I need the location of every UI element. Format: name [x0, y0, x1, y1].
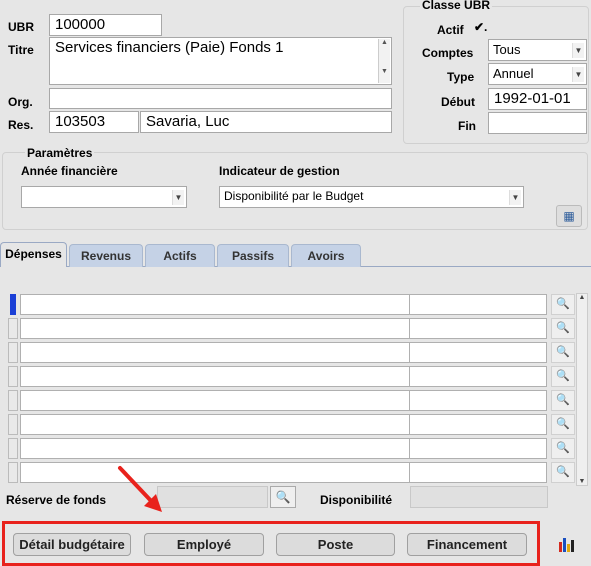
grid-cell-2[interactable] — [409, 294, 547, 315]
comptes-select[interactable]: Tous ▼ — [488, 39, 587, 61]
search-icon[interactable]: 🔍 — [551, 294, 575, 315]
indicateur-value: Disponibilité par le Budget — [224, 189, 364, 203]
scroll-up-icon[interactable]: ▲ — [379, 39, 390, 46]
grid-cell-2[interactable] — [409, 342, 547, 363]
financement-button[interactable]: Financement — [407, 533, 527, 556]
res-label: Res. — [8, 118, 34, 132]
grid-cell-1[interactable] — [20, 366, 413, 387]
grid-cell-2[interactable] — [409, 366, 547, 387]
ubr-field[interactable]: 100000 — [49, 14, 162, 36]
detail-budgetaire-button[interactable]: Détail budgétaire — [13, 533, 131, 556]
comptes-label: Comptes — [422, 46, 474, 60]
parametres-title: Paramètres — [25, 146, 95, 160]
search-icon: 🔍 — [551, 462, 575, 483]
org-label: Org. — [8, 95, 33, 109]
grid-scrollbar[interactable]: ▲ ▼ — [576, 293, 588, 486]
search-icon: 🔍 — [551, 318, 575, 339]
tab-avoirs[interactable]: Avoirs — [291, 244, 361, 267]
row-indicator[interactable] — [8, 342, 18, 363]
row-indicator[interactable] — [8, 390, 18, 411]
row-indicator[interactable] — [8, 462, 18, 483]
search-icon: 🔍 — [551, 414, 575, 435]
poste-button[interactable]: Poste — [276, 533, 395, 556]
res-code-field[interactable]: 103503 — [49, 111, 139, 133]
grid-cell-1[interactable] — [20, 318, 413, 339]
titre-scrollbar[interactable]: ▲ ▼ — [378, 39, 390, 83]
arrow-annotation-icon — [118, 466, 162, 512]
debut-label: Début — [441, 95, 475, 109]
chevron-down-icon[interactable]: ▼ — [572, 67, 584, 82]
chart-icon[interactable] — [558, 536, 576, 552]
row-indicator[interactable] — [8, 366, 18, 387]
chevron-down-icon[interactable]: ▼ — [509, 190, 521, 205]
chevron-down-icon[interactable]: ▼ — [572, 43, 584, 58]
grid-cell-1[interactable] — [20, 294, 413, 315]
disponibilite-label: Disponibilité — [320, 493, 392, 507]
type-select[interactable]: Annuel ▼ — [488, 63, 587, 85]
scroll-up-icon[interactable]: ▲ — [577, 294, 587, 301]
grid-cell-1[interactable] — [20, 462, 413, 483]
tab-passifs[interactable]: Passifs — [217, 244, 289, 267]
row-indicator[interactable] — [8, 414, 18, 435]
grid-cell-2[interactable] — [409, 390, 547, 411]
grid-cell-1[interactable] — [20, 414, 413, 435]
grid-cell-2[interactable] — [409, 438, 547, 459]
debut-field[interactable]: 1992-01-01 — [488, 88, 587, 110]
row-indicator[interactable] — [8, 438, 18, 459]
grid-cell-1[interactable] — [20, 342, 413, 363]
grid-cell-2[interactable] — [409, 414, 547, 435]
disponibilite-field — [410, 486, 548, 508]
indicateur-select[interactable]: Disponibilité par le Budget ▼ — [219, 186, 524, 208]
row-indicator[interactable] — [8, 318, 18, 339]
type-value: Annuel — [493, 66, 534, 81]
tab-actifs[interactable]: Actifs — [145, 244, 215, 267]
reserve-field — [157, 486, 268, 508]
actif-label: Actif — [437, 23, 464, 37]
tab-revenus[interactable]: Revenus — [69, 244, 143, 267]
search-icon: 🔍 — [551, 342, 575, 363]
type-label: Type — [447, 70, 475, 84]
export-icon[interactable]: ▦ — [556, 205, 582, 227]
annee-select[interactable]: ▼ — [21, 186, 187, 208]
org-field[interactable] — [49, 88, 392, 109]
chevron-down-icon[interactable]: ▼ — [172, 190, 184, 205]
fin-label: Fin — [458, 119, 476, 133]
grid-cell-1[interactable] — [20, 390, 413, 411]
reserve-label: Réserve de fonds — [6, 493, 107, 507]
search-icon: 🔍 — [551, 366, 575, 387]
ubr-label: UBR — [8, 20, 34, 34]
grid-cell-1[interactable] — [20, 438, 413, 459]
comptes-value: Tous — [493, 42, 521, 57]
tab-depenses[interactable]: Dépenses — [0, 242, 67, 267]
titre-field[interactable]: Services financiers (Paie) Fonds 1 — [49, 37, 392, 85]
search-icon: 🔍 — [551, 438, 575, 459]
grid-cell-2[interactable] — [409, 318, 547, 339]
scroll-down-icon[interactable]: ▼ — [577, 478, 587, 485]
actif-checkbox[interactable]: ✔. — [474, 20, 487, 34]
titre-text: Services financiers (Paie) Fonds 1 — [55, 39, 284, 56]
res-name-field[interactable]: Savaria, Luc — [140, 111, 392, 133]
indicateur-label: Indicateur de gestion — [219, 164, 340, 178]
titre-label: Titre — [8, 43, 34, 57]
search-icon[interactable]: 🔍 — [270, 486, 296, 508]
grid-cell-2[interactable] — [409, 462, 547, 483]
fin-field[interactable] — [488, 112, 587, 134]
scroll-down-icon[interactable]: ▼ — [379, 68, 390, 75]
annee-label: Année financière — [21, 164, 118, 178]
employe-button[interactable]: Employé — [144, 533, 264, 556]
search-icon: 🔍 — [551, 390, 575, 411]
row-indicator[interactable] — [10, 294, 16, 315]
classe-title: Classe UBR — [420, 0, 493, 12]
